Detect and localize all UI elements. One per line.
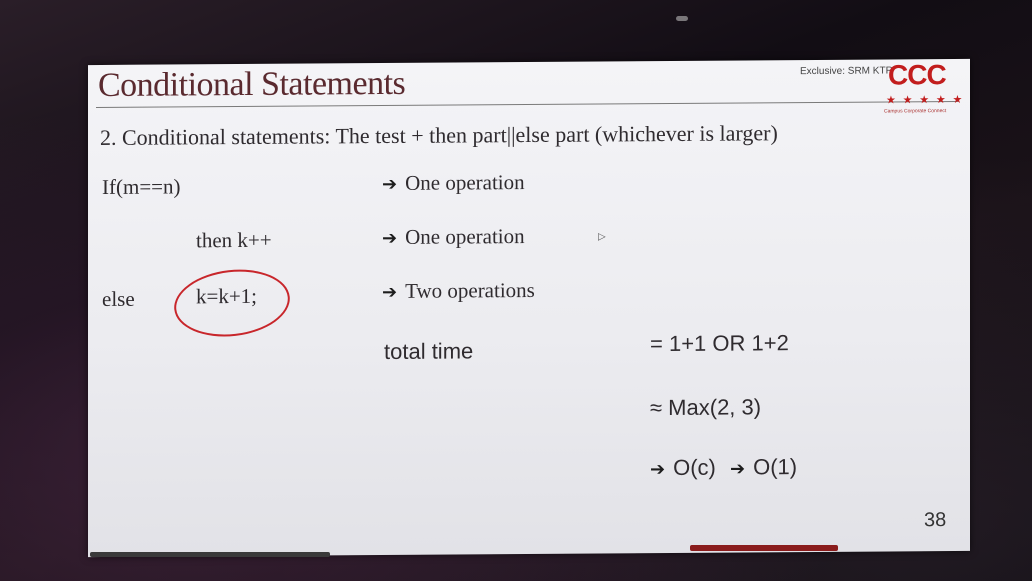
slide: Conditional Statements Exclusive: SRM KT…: [88, 58, 970, 558]
else-keyword: else: [102, 286, 135, 311]
else-statement: k=k+1;: [196, 283, 258, 309]
webcam-indicator: [676, 16, 688, 21]
taskbar-strip: [90, 552, 330, 557]
right-arrow-icon: ➔: [650, 459, 666, 481]
right-arrow-icon: ➔: [382, 173, 398, 196]
slide-number: 38: [924, 509, 947, 532]
total-time-label: total time: [384, 338, 474, 365]
then-cost-row: ➔ One operation: [382, 224, 525, 250]
if-condition: If(m==n): [102, 174, 181, 199]
right-arrow-icon: ➔: [382, 227, 398, 250]
slide-title: Conditional Statements: [98, 64, 406, 105]
star-rating-icon: ★ ★ ★ ★ ★: [886, 93, 965, 107]
right-arrow-icon: ➔: [382, 281, 398, 304]
else-cost-row: ➔ Two operations: [382, 278, 535, 304]
then-cost: One operation: [405, 224, 525, 249]
if-cost: One operation: [405, 170, 525, 195]
if-cost-row: ➔ One operation: [382, 170, 525, 196]
total-time-value: = 1+1 OR 1+2: [650, 330, 789, 357]
slide-subtitle: 2. Conditional statements: The test + th…: [100, 120, 778, 150]
ccc-logo: CCC: [888, 59, 946, 91]
max-expression: ≈ Max(2, 3): [650, 394, 762, 421]
exclusive-label: Exclusive: SRM KTR: [800, 65, 893, 78]
right-arrow-icon: ➔: [729, 458, 746, 480]
big-o-row: ➔ O(c) ➔ O(1): [650, 454, 797, 481]
else-cost: Two operations: [405, 277, 535, 303]
mouse-cursor-icon: ▷: [598, 231, 606, 243]
order-constant: O(c): [673, 454, 716, 480]
then-statement: then k++: [196, 227, 272, 253]
logo-subtitle: Campus Corporate Connect: [884, 108, 947, 115]
order-one: O(1): [753, 454, 798, 480]
progress-strip: [690, 545, 838, 551]
